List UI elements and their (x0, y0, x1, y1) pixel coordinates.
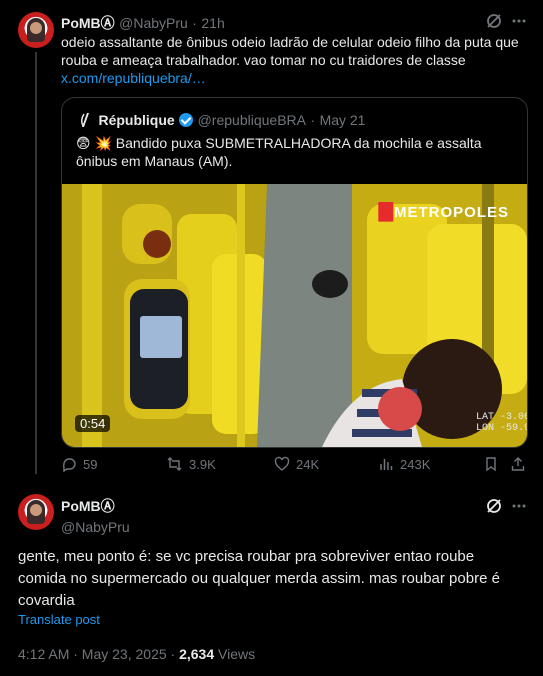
views-count: 243K (400, 456, 431, 472)
video-player[interactable]: ▇METROPOLES LAT -3.062 LON -59.9 0:54 (62, 184, 527, 447)
video-duration-badge: 0:54 (75, 415, 111, 432)
repost-icon (166, 456, 183, 472)
display-name[interactable]: PoMBⒶ (61, 496, 130, 516)
quote-date: May 21 (319, 112, 366, 128)
views-button[interactable]: 243K (378, 456, 430, 472)
post-link[interactable]: x.com/republiquebra/… (61, 70, 206, 86)
views-label: Views (214, 646, 256, 662)
quoted-post-header: République @republiqueBRA · May 21 (76, 111, 365, 130)
post-header: PoMBⒶ @NabyPru · 21h (61, 15, 225, 31)
views-number: 2,634 (179, 646, 215, 662)
thread-line (35, 52, 37, 474)
quote-avatar (76, 111, 94, 129)
more-options-icon[interactable] (510, 497, 528, 515)
verified-badge-icon (179, 113, 194, 127)
reply-count: 59 (83, 456, 98, 472)
display-name[interactable]: PoMBⒶ (61, 15, 115, 31)
reply-button[interactable]: 59 (61, 456, 97, 472)
like-count: 24K (296, 456, 320, 472)
post-text: gente, meu ponto é: se vc precisa roubar… (18, 548, 500, 609)
more-options-icon[interactable] (510, 12, 528, 30)
heart-icon (274, 456, 290, 472)
handle[interactable]: @NabyPru (119, 15, 188, 31)
post-timestamp[interactable]: 4:12 AM · May 23, 2025 · (18, 646, 179, 662)
video-frame (62, 184, 527, 447)
avatar[interactable] (18, 494, 54, 530)
share-icon[interactable] (510, 456, 526, 472)
translate-post-link[interactable]: Translate post (18, 612, 100, 627)
reply-icon (61, 456, 77, 472)
repost-count: 3.9K (189, 456, 216, 472)
quoted-post-card[interactable]: République @republiqueBRA · May 21 😨 💥 B… (61, 97, 528, 448)
post-time[interactable]: 21h (201, 15, 224, 31)
grok-icon[interactable] (485, 12, 503, 30)
grok-icon[interactable] (485, 497, 503, 515)
post-author: PoMBⒶ @NabyPru (61, 496, 130, 535)
video-overlay-coords: LAT -3.062 LON -59.9 (476, 412, 527, 434)
quote-handle: @republiqueBRA (197, 112, 306, 128)
video-watermark: ▇METROPOLES (378, 201, 509, 222)
quote-display-name: République (98, 112, 175, 128)
repost-button[interactable]: 3.9K (166, 456, 216, 472)
bookmark-icon[interactable] (483, 456, 499, 472)
handle[interactable]: @NabyPru (61, 519, 130, 535)
post-meta: 4:12 AM · May 23, 2025 · 2,634 Views (18, 646, 255, 662)
avatar[interactable] (18, 12, 54, 48)
views-chart-icon (378, 456, 394, 472)
quote-text: 😨 💥 Bandido puxa SUBMETRALHADORA da moch… (76, 135, 482, 169)
like-button[interactable]: 24K (274, 456, 319, 472)
post-text: odeio assaltante de ônibus odeio ladrão … (61, 34, 519, 86)
